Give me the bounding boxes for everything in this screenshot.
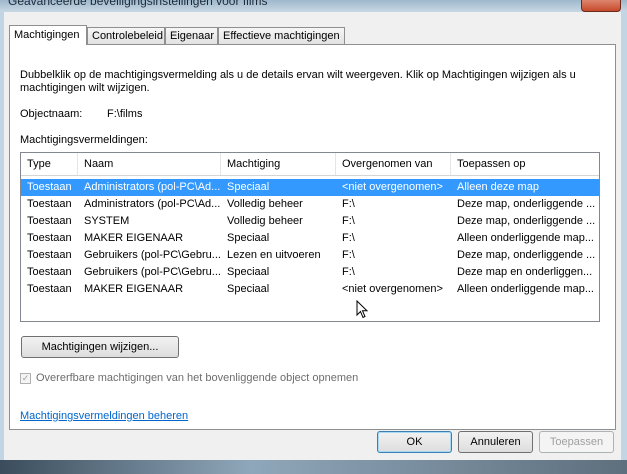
window-title: Geavanceerde beveiligingsinstellingen vo… [8,0,268,8]
change-permissions-button[interactable]: Machtigingen wijzigen... [21,336,179,358]
cell-apply-to: Deze map, onderliggende ... [457,215,596,227]
object-name-value: F:\films [107,108,143,120]
cell-type: Toestaan [27,181,72,193]
cell-apply-to: Alleen deze map [457,181,539,193]
table-row[interactable]: Toestaan SYSTEM Volledig beheer F:\ Deze… [21,213,599,230]
cell-type: Toestaan [27,232,72,244]
cell-inherited-from: F:\ [342,215,355,227]
cell-type: Toestaan [27,198,72,210]
mouse-cursor-icon [356,300,369,319]
cancel-button[interactable]: Annuleren [458,431,533,453]
cell-inherited-from: <niet overgenomen> [342,283,443,295]
permission-entries-list[interactable]: Type Naam Machtiging Overgenomen van Toe… [20,152,600,322]
cell-name: SYSTEM [84,215,130,227]
cell-name: Administrators (pol-PC\Ad... [84,198,221,210]
cell-inherited-from: F:\ [342,266,355,278]
table-row[interactable]: Toestaan MAKER EIGENAAR Speciaal F:\ All… [21,230,599,247]
table-row[interactable]: Toestaan Gebruikers (pol-PC\Gebru... Lez… [21,247,599,264]
list-header: Type Naam Machtiging Overgenomen van Toe… [21,153,599,176]
cell-type: Toestaan [27,283,72,295]
cell-permission: Speciaal [227,181,270,193]
ok-button[interactable]: OK [377,431,452,453]
cell-inherited-from: F:\ [342,232,355,244]
description-text: Dubbelklik op de machtigingsvermelding a… [20,69,576,94]
permissions-tab-panel: Dubbelklik op de machtigingsvermelding a… [9,44,616,430]
cell-permission: Speciaal [227,283,270,295]
title-bar: Geavanceerde beveiligingsinstellingen vo… [0,0,627,12]
desktop-background-strip [0,460,627,474]
cell-permission: Speciaal [227,266,270,278]
tab-machtigingen[interactable]: Machtigingen [9,25,87,45]
cell-name: Administrators (pol-PC\Ad... [84,181,221,193]
cell-name: MAKER EIGENAAR [84,232,184,244]
table-row[interactable]: Toestaan Gebruikers (pol-PC\Gebru... Spe… [21,264,599,281]
table-row[interactable]: Toestaan Administrators (pol-PC\Ad... Sp… [21,179,599,196]
cell-apply-to: Deze map en onderliggen... [457,266,593,278]
cell-apply-to: Alleen onderliggende map... [457,232,594,244]
column-header-toepassen-op[interactable]: Toepassen op [451,153,599,175]
column-header-naam[interactable]: Naam [78,153,221,175]
cell-permission: Volledig beheer [227,215,303,227]
cell-type: Toestaan [27,249,72,261]
cell-type: Toestaan [27,266,72,278]
cell-apply-to: Deze map, onderliggende ... [457,249,596,261]
table-row[interactable]: Toestaan MAKER EIGENAAR Speciaal <niet o… [21,281,599,298]
cell-permission: Lezen en uitvoeren [227,249,321,261]
cell-inherited-from: <niet overgenomen> [342,181,443,193]
cell-apply-to: Deze map, onderliggende ... [457,198,596,210]
cell-name: Gebruikers (pol-PC\Gebru... [84,249,221,261]
cell-permission: Speciaal [227,232,270,244]
permission-entries-label: Machtigingsvermeldingen: [20,134,148,146]
tab-effectieve-machtigingen[interactable]: Effectieve machtigingen [218,27,345,44]
tab-eigenaar[interactable]: Eigenaar [165,27,218,44]
table-row[interactable]: Toestaan Administrators (pol-PC\Ad... Vo… [21,196,599,213]
cell-inherited-from: F:\ [342,198,355,210]
apply-button: Toepassen [539,431,614,453]
cell-permission: Volledig beheer [227,198,303,210]
column-header-overgenomen-van[interactable]: Overgenomen van [336,153,451,175]
cell-name: Gebruikers (pol-PC\Gebru... [84,266,221,278]
inherit-checkbox: ✓ [20,373,31,384]
column-header-machtiging[interactable]: Machtiging [221,153,336,175]
manage-entries-link[interactable]: Machtigingsvermeldingen beheren [20,410,188,422]
tab-controlebeleid[interactable]: Controlebeleid [87,27,165,44]
close-window-button[interactable] [581,0,621,12]
column-header-type[interactable]: Type [21,153,78,175]
cell-type: Toestaan [27,215,72,227]
cell-apply-to: Alleen onderliggende map... [457,283,594,295]
cell-name: MAKER EIGENAAR [84,283,184,295]
security-dialog: Machtigingen Controlebeleid Eigenaar Eff… [4,12,621,460]
inherit-checkbox-label: Overerfbare machtigingen van het bovenli… [36,372,359,384]
cell-inherited-from: F:\ [342,249,355,261]
object-name-label: Objectnaam: [20,108,83,120]
